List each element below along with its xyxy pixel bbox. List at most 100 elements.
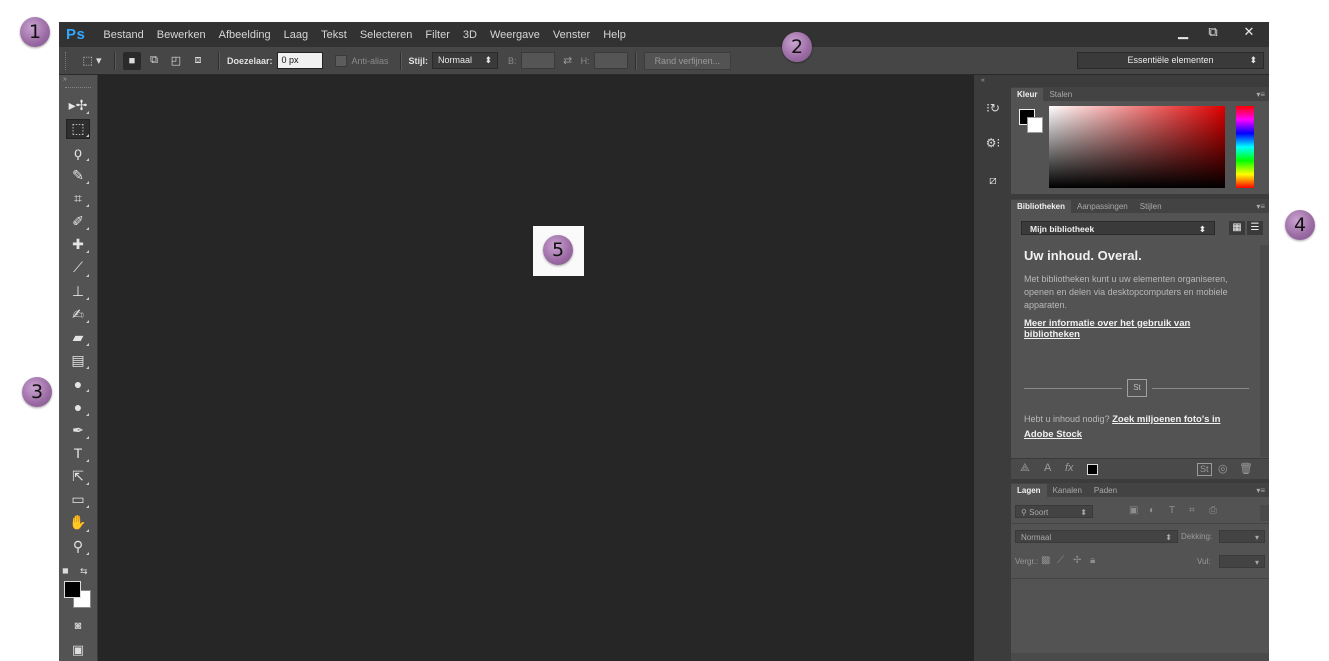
swap-icon[interactable]: ⇄ bbox=[561, 54, 575, 67]
list-view-icon[interactable]: ☰ bbox=[1247, 221, 1263, 235]
antialias-checkbox[interactable] bbox=[334, 54, 347, 67]
add-selection-button[interactable]: ⧉ bbox=[145, 52, 163, 70]
collapse-icon[interactable]: » bbox=[59, 75, 97, 85]
workspace-select[interactable]: Essentiële elementen ⬍ bbox=[1077, 52, 1264, 69]
lock-transparency-icon[interactable]: ▩ bbox=[1041, 555, 1050, 566]
blend-mode-select[interactable]: Normaal ⬍ bbox=[1015, 530, 1178, 543]
menu-weergave[interactable]: Weergave bbox=[490, 29, 540, 41]
add-character-style-icon[interactable]: A bbox=[1044, 462, 1051, 474]
close-button[interactable]: ✕ bbox=[1229, 22, 1269, 42]
hue-slider[interactable] bbox=[1236, 106, 1254, 188]
quick-mask-icon[interactable]: ◙ bbox=[59, 620, 97, 642]
menu-selecteren[interactable]: Selecteren bbox=[360, 29, 413, 41]
quick-selection-tool[interactable]: ✎ bbox=[59, 164, 97, 187]
restore-button[interactable]: ⧉ bbox=[1199, 22, 1227, 42]
tab-kleur[interactable]: Kleur bbox=[1011, 88, 1044, 101]
trash-icon[interactable]: 🗑 bbox=[1239, 462, 1253, 475]
tab-bibliotheken[interactable]: Bibliotheken bbox=[1011, 200, 1072, 213]
tab-paden[interactable]: Paden bbox=[1088, 484, 1123, 497]
menu-laag[interactable]: Laag bbox=[284, 29, 308, 41]
tab-kanalen[interactable]: Kanalen bbox=[1047, 484, 1088, 497]
clone-stamp-tool[interactable]: ⊥ bbox=[59, 280, 97, 303]
zoom-tool[interactable]: ⚲ bbox=[59, 535, 97, 558]
menu-venster[interactable]: Venster bbox=[553, 29, 590, 41]
library-select[interactable]: Mijn bibliotheek ⬍ bbox=[1021, 221, 1215, 235]
move-tool[interactable]: ▸✢ bbox=[59, 94, 97, 117]
history-brush-tool[interactable]: ✍ bbox=[59, 303, 97, 326]
libraries-scrollbar[interactable] bbox=[1260, 245, 1269, 457]
refine-edge-button[interactable]: Rand verfijnen... bbox=[643, 51, 732, 70]
color-swatches[interactable] bbox=[59, 580, 97, 612]
path-selection-tool[interactable]: ⇱ bbox=[59, 465, 97, 488]
crop-tool[interactable]: ⌗ bbox=[59, 187, 97, 210]
add-graphic-icon[interactable]: ⟁ bbox=[1020, 462, 1030, 475]
marquee-tool[interactable]: ⬚ bbox=[59, 117, 97, 140]
dodge-tool[interactable]: ● bbox=[59, 395, 97, 418]
menu-bestand[interactable]: Bestand bbox=[103, 29, 143, 41]
lock-pixels-icon[interactable]: ⟋ bbox=[1057, 555, 1064, 566]
canvas-area[interactable] bbox=[98, 75, 974, 661]
height-input[interactable] bbox=[593, 52, 628, 69]
rectangle-tool[interactable]: ▭ bbox=[59, 488, 97, 511]
add-layer-style-icon[interactable]: fx bbox=[1065, 462, 1074, 474]
panel-menu-icon[interactable]: ▾≡ bbox=[1256, 200, 1265, 213]
add-color-icon[interactable] bbox=[1087, 464, 1098, 475]
tool-preset-picker[interactable]: ⬚ ▾ bbox=[77, 52, 107, 70]
width-input[interactable] bbox=[520, 52, 555, 69]
eyedropper-tool[interactable]: ✐ bbox=[59, 210, 97, 233]
menu-3d[interactable]: 3D bbox=[463, 29, 477, 41]
lasso-tool[interactable]: ϙ bbox=[59, 140, 97, 163]
minimize-button[interactable]: ▁ bbox=[1169, 22, 1197, 42]
pen-tool[interactable]: ✒ bbox=[59, 419, 97, 442]
grid-view-icon[interactable]: ▦ bbox=[1229, 221, 1245, 235]
stock-search-icon[interactable]: St bbox=[1197, 463, 1212, 476]
type-filter-icon[interactable]: T bbox=[1169, 505, 1175, 516]
panel-menu-icon[interactable]: ▾≡ bbox=[1256, 88, 1265, 101]
menu-afbeelding[interactable]: Afbeelding bbox=[219, 29, 271, 41]
options-grip[interactable] bbox=[65, 51, 69, 70]
foreground-color-swatch[interactable] bbox=[64, 580, 81, 598]
new-selection-button[interactable]: ■ bbox=[123, 51, 141, 70]
opacity-input[interactable]: ▾ bbox=[1219, 530, 1265, 543]
default-colors-icon[interactable]: ◼ ⇆ bbox=[59, 566, 97, 580]
lock-position-icon[interactable]: ✢ bbox=[1073, 555, 1081, 566]
healing-brush-tool[interactable]: ✚ bbox=[59, 233, 97, 256]
layers-scrollbar[interactable] bbox=[1260, 505, 1269, 521]
menu-filter[interactable]: Filter bbox=[425, 29, 449, 41]
menu-help[interactable]: Help bbox=[603, 29, 626, 41]
style-select[interactable]: Normaal ⬍ bbox=[432, 52, 499, 69]
collapse-dock-icon[interactable]: « bbox=[981, 77, 985, 84]
panel-menu-icon[interactable]: ▾≡ bbox=[1256, 484, 1265, 497]
hand-tool[interactable]: ✋ bbox=[59, 511, 97, 534]
fill-input[interactable]: ▾ bbox=[1219, 555, 1265, 568]
swap-colors-icon[interactable]: ⇆ bbox=[80, 566, 88, 577]
menu-tekst[interactable]: Tekst bbox=[321, 29, 347, 41]
properties-panel-icon[interactable]: ⚙⁝ bbox=[980, 132, 1006, 154]
pixel-filter-icon[interactable]: ▣ bbox=[1129, 505, 1138, 516]
eraser-tool[interactable]: ▰ bbox=[59, 326, 97, 349]
brush-tool[interactable]: ⟋ bbox=[59, 256, 97, 279]
feather-input[interactable]: 0 px bbox=[276, 52, 323, 69]
color-spectrum[interactable] bbox=[1049, 106, 1225, 188]
layer-filter-select[interactable]: ⚲ Soort ⬍ bbox=[1015, 505, 1093, 518]
tab-stalen[interactable]: Stalen bbox=[1043, 88, 1078, 101]
subtract-selection-button[interactable]: ◰ bbox=[167, 52, 185, 70]
tab-stijlen[interactable]: Stijlen bbox=[1134, 200, 1168, 213]
menu-bewerken[interactable]: Bewerken bbox=[157, 29, 206, 41]
adjustment-filter-icon[interactable]: ◐ bbox=[1149, 505, 1155, 516]
lock-all-icon[interactable]: 🔒︎ bbox=[1090, 555, 1095, 566]
toolbar-grip[interactable] bbox=[65, 87, 91, 92]
intersect-selection-button[interactable]: ⧈ bbox=[189, 52, 207, 70]
sync-icon[interactable]: ◎ bbox=[1218, 462, 1228, 475]
paragraph-panel-icon[interactable]: ⧄ bbox=[980, 169, 1006, 191]
history-panel-icon[interactable]: ⁝↻ bbox=[980, 97, 1006, 119]
type-tool[interactable]: T bbox=[59, 442, 97, 465]
library-info-link[interactable]: Meer informatie over het gebruik van bib… bbox=[1024, 318, 1234, 340]
screen-mode-icon[interactable]: ▣ bbox=[59, 642, 97, 661]
blur-tool[interactable]: ● bbox=[59, 372, 97, 395]
shape-filter-icon[interactable]: ⌗ bbox=[1189, 505, 1195, 516]
smart-object-filter-icon[interactable]: ⎙ bbox=[1209, 505, 1217, 516]
gradient-tool[interactable]: ▤ bbox=[59, 349, 97, 372]
tab-lagen[interactable]: Lagen bbox=[1011, 484, 1047, 497]
tab-aanpassingen[interactable]: Aanpassingen bbox=[1071, 200, 1134, 213]
